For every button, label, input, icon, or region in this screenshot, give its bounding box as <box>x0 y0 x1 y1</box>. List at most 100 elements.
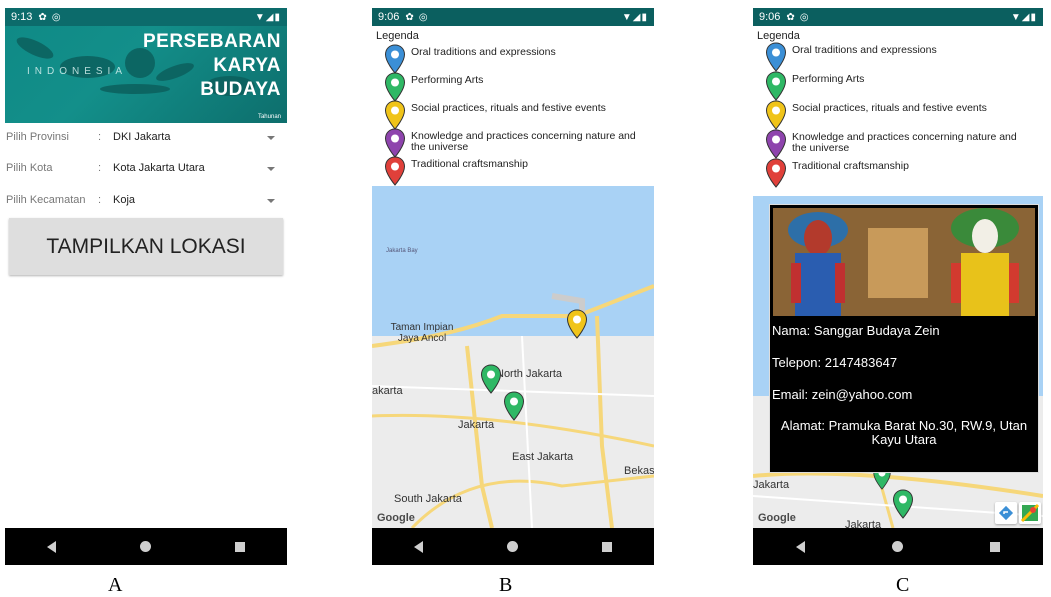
map-pin-icon <box>384 128 406 158</box>
nav-bar <box>753 528 1043 565</box>
info-name: Nama: Sanggar Budaya Zein <box>772 323 940 338</box>
google-maps-icon <box>1020 503 1040 523</box>
chevron-down-icon <box>267 199 275 203</box>
caption-b: B <box>499 574 513 596</box>
legend-label: Oral traditions and expressions <box>792 44 937 56</box>
legend: Legenda Oral traditions and expressions … <box>372 26 654 186</box>
map-label: East Jakarta <box>512 451 574 463</box>
map-pin-icon <box>384 44 406 74</box>
map-roads <box>372 284 654 528</box>
show-location-button[interactable]: TAMPILKAN LOKASI <box>9 218 283 275</box>
map-label: South Jakarta <box>394 493 462 505</box>
banner-title-line1: PERSEBARAN <box>142 31 281 52</box>
signal-battery-icon: ▼◢▮ <box>1010 11 1037 23</box>
home-icon[interactable] <box>507 541 518 552</box>
status-time: 9:13 <box>11 11 33 23</box>
map-label: Jakarta <box>845 519 882 528</box>
settings-icon: ✿ <box>38 11 47 23</box>
legend: Legenda Oral traditions and expressions … <box>753 26 1043 196</box>
legend-item: Traditional craftsmanship <box>384 156 528 186</box>
settings-icon: ✿ <box>405 11 414 23</box>
back-icon[interactable] <box>414 540 423 553</box>
legend-label: Traditional craftsmanship <box>792 160 909 172</box>
settings-icon: ✿ <box>786 11 795 23</box>
chevron-down-icon <box>267 167 275 171</box>
legend-item: Knowledge and practices concerning natur… <box>765 129 1027 159</box>
city-value: Kota Jakarta Utara <box>113 162 205 174</box>
legend-title: Legenda <box>757 30 800 42</box>
map-marker[interactable] <box>480 364 502 394</box>
map-pin-icon <box>765 100 787 130</box>
nav-bar <box>5 528 287 565</box>
recents-icon[interactable] <box>989 541 1000 552</box>
status-bar: 9:06 ✿ ◎ ▼◢▮ <box>372 8 654 26</box>
province-label: Pilih Provinsi <box>6 131 69 143</box>
province-select[interactable]: Pilih Provinsi : DKI Jakarta <box>5 123 287 153</box>
banner-small-text: Tahunan <box>257 114 281 120</box>
screen-c: 9:06 ✿ ◎ ▼◢▮ Legenda Oral traditions and… <box>753 8 1043 565</box>
map-label: Taman Impian Jaya Ancol <box>390 322 454 344</box>
map-label: Jakarta <box>458 419 495 431</box>
status-time: 9:06 <box>378 11 400 23</box>
map-pin-icon <box>384 156 406 186</box>
status-bar: 9:13 ✿ ◎ ▼◢▮ <box>5 8 287 26</box>
legend-label: Social practices, rituals and festive ev… <box>792 102 987 114</box>
caption-c: C <box>896 574 910 596</box>
map-label: Bekas <box>624 465 654 477</box>
legend-label: Knowledge and practices concerning natur… <box>411 130 636 153</box>
map-pin-icon <box>765 129 787 159</box>
map-label: North Jakarta <box>496 368 563 380</box>
info-phone: Telepon: 2147483647 <box>772 355 898 370</box>
legend-title: Legenda <box>376 30 419 42</box>
open-maps-button[interactable] <box>1019 502 1041 524</box>
district-value: Koja <box>113 194 136 206</box>
chevron-down-icon <box>267 136 275 140</box>
screen-a: 9:13 ✿ ◎ ▼◢▮ INDONESIA PERSEBARAN KARYA … <box>5 8 287 565</box>
legend-label: Social practices, rituals and festive ev… <box>411 102 606 114</box>
info-window[interactable]: Nama: Sanggar Budaya Zein Telepon: 21474… <box>769 204 1039 473</box>
map-marker[interactable] <box>892 489 914 519</box>
info-email: Email: zein@yahoo.com <box>772 387 913 402</box>
banner-title-line2: KARYA <box>213 55 281 76</box>
google-logo: Google <box>377 512 415 524</box>
nav-bar <box>372 528 654 565</box>
back-icon[interactable] <box>796 540 806 553</box>
info-address: Alamat: Pramuka Barat No.30, RW.9, Utan … <box>780 418 1028 447</box>
legend-item: Oral traditions and expressions <box>765 42 937 72</box>
banner-title-line3: BUDAYA <box>200 79 281 100</box>
legend-item: Knowledge and practices concerning natur… <box>384 128 646 158</box>
legend-item: Oral traditions and expressions <box>384 44 556 74</box>
signal-battery-icon: ▼◢▮ <box>254 11 281 23</box>
map-pin-icon <box>765 71 787 101</box>
map-pin-icon <box>765 158 787 188</box>
ondel-ondel-photo <box>773 208 1035 316</box>
legend-item: Social practices, rituals and festive ev… <box>384 100 606 130</box>
notification-icon: ◎ <box>51 11 61 23</box>
legend-label: Oral traditions and expressions <box>411 46 556 58</box>
home-icon[interactable] <box>140 541 151 552</box>
map-pin-icon <box>384 100 406 130</box>
directions-icon <box>998 505 1014 521</box>
google-logo: Google <box>758 512 796 524</box>
back-icon[interactable] <box>47 540 56 553</box>
directions-button[interactable] <box>995 502 1017 524</box>
recents-icon[interactable] <box>602 541 612 552</box>
legend-label: Performing Arts <box>792 73 865 85</box>
district-select[interactable]: Pilih Kecamatan : Koja <box>5 186 287 216</box>
map-label: Jakarta Bay <box>386 248 418 254</box>
legend-item: Social practices, rituals and festive ev… <box>765 100 987 130</box>
recents-icon[interactable] <box>235 541 245 552</box>
map-view[interactable]: Jakarta Bay Taman Impian Jaya Ancol Nort… <box>372 186 654 528</box>
notification-icon: ◎ <box>418 11 428 23</box>
map-label: akarta <box>372 385 403 397</box>
map-marker[interactable] <box>503 391 525 421</box>
legend-item: Performing Arts <box>384 72 483 102</box>
legend-item: Traditional craftsmanship <box>765 158 909 188</box>
home-icon[interactable] <box>891 541 903 552</box>
city-select[interactable]: Pilih Kota : Kota Jakarta Utara <box>5 154 287 184</box>
map-marker[interactable] <box>566 309 588 339</box>
status-bar: 9:06 ✿ ◎ ▼◢▮ <box>753 8 1043 26</box>
legend-label: Knowledge and practices concerning natur… <box>792 131 1017 154</box>
map-pin-icon <box>765 42 787 72</box>
signal-battery-icon: ▼◢▮ <box>621 11 648 23</box>
